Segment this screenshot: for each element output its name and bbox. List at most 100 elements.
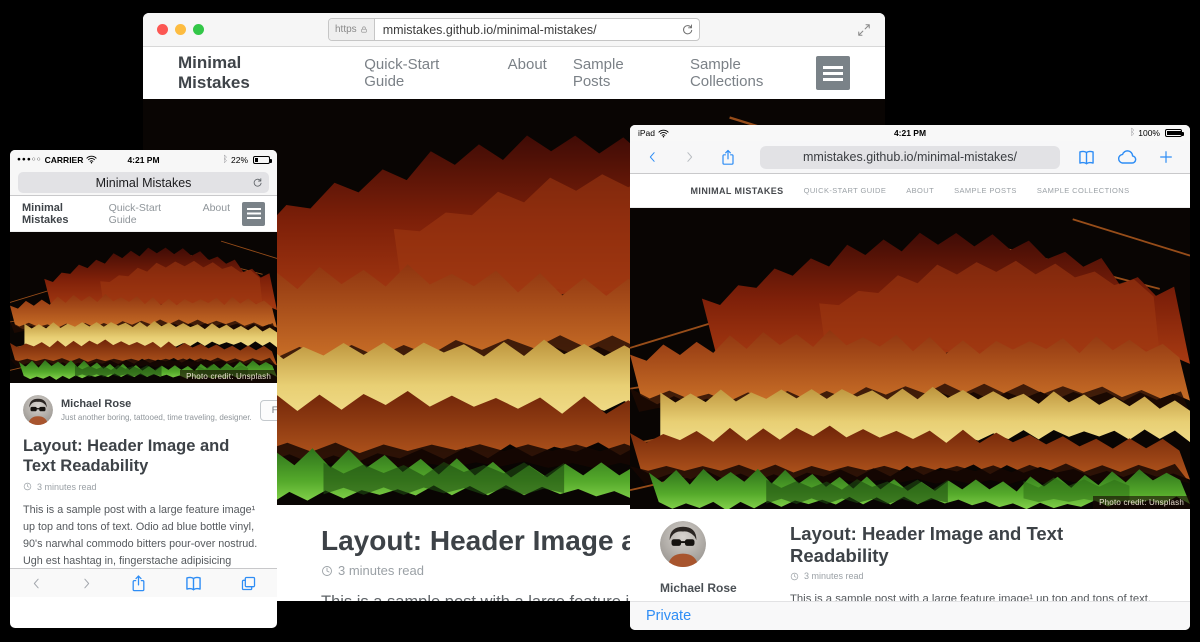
page-title-in-field: Minimal Mistakes xyxy=(96,176,192,190)
ipad-site-nav: MINIMAL MISTAKES QUICK-START GUIDE ABOUT… xyxy=(630,174,1190,208)
author-bio: Just another boring, tattooed, time trav… xyxy=(61,413,252,422)
nav-link-sample-posts[interactable]: Sample Posts xyxy=(573,56,664,90)
ipad-article: Michael Rose Just another boring, tattoo… xyxy=(630,509,1190,601)
iphone-article: Michael Rose Just another boring, tattoo… xyxy=(10,383,277,597)
window-controls xyxy=(157,24,204,35)
signal-strength-icon: ●●●○○ xyxy=(17,156,42,163)
nav-link-quick-start[interactable]: Quick-Start Guide xyxy=(364,56,481,90)
nav-link-about[interactable]: About xyxy=(508,56,547,90)
ipad-status-bar: iPad 4:21 PM ᛒ 100% xyxy=(630,125,1190,141)
battery-icon xyxy=(1165,129,1182,137)
clock-icon xyxy=(23,482,32,491)
avatar-image xyxy=(23,395,53,425)
feature-image-ipad: Photo credit: Unsplash xyxy=(630,208,1190,509)
battery-icon xyxy=(253,156,270,164)
bluetooth-icon: ᛒ xyxy=(1130,128,1135,138)
desktop-site-nav: Minimal Mistakes Quick-Start Guide About… xyxy=(143,47,885,99)
safari-bottom-toolbar xyxy=(10,568,277,597)
hamburger-icon xyxy=(823,66,843,81)
url-text: mmistakes.github.io/minimal-mistakes/ xyxy=(803,150,1017,164)
nav-link-sample-collections[interactable]: SAMPLE COLLECTIONS xyxy=(1037,186,1130,195)
author-sidebar: Michael Rose Just another boring, tattoo… xyxy=(660,521,764,601)
clock-icon xyxy=(790,572,799,581)
private-browsing-bar: Private xyxy=(630,601,1190,630)
post-title: Layout: Header Image and Text Readabilit… xyxy=(790,523,1164,567)
article-main: Layout: Header Image and Text Readabilit… xyxy=(790,521,1164,601)
site-brand[interactable]: Minimal Mistakes xyxy=(22,202,109,226)
ipad-screen: iPad 4:21 PM ᛒ 100% mmistakes.github.io/… xyxy=(630,125,1190,630)
author-row: Michael Rose Just another boring, tattoo… xyxy=(23,395,264,425)
nav-link-quick-start[interactable]: Quick-Start Guide xyxy=(109,202,187,226)
bookmarks-icon[interactable] xyxy=(1077,149,1096,166)
iphone-status-bar: ●●●○○ CARRIER 4:21 PM ᛒ 22% xyxy=(10,150,277,169)
carrier-label: CARRIER xyxy=(45,155,84,165)
private-toggle[interactable]: Private xyxy=(646,608,691,624)
back-icon xyxy=(646,149,659,165)
back-button[interactable] xyxy=(646,149,659,165)
nav-link-sample-collections[interactable]: Sample Collections xyxy=(690,56,816,90)
nav-link-about[interactable]: ABOUT xyxy=(906,186,934,195)
iphone-address-field[interactable]: Minimal Mistakes xyxy=(18,172,269,193)
author-text: Michael Rose Just another boring, tattoo… xyxy=(61,398,252,422)
iphone-site-nav: Minimal Mistakes Quick-Start Guide About xyxy=(10,196,277,232)
safari-toolbar: mmistakes.github.io/minimal-mistakes/ xyxy=(630,141,1190,174)
nav-links: Quick-Start Guide About xyxy=(109,202,230,226)
desktop-titlebar: https mmistakes.github.io/minimal-mistak… xyxy=(143,13,885,47)
share-icon[interactable] xyxy=(130,574,147,593)
read-time: 3 minutes read xyxy=(23,482,264,492)
status-right: ᛒ 100% xyxy=(1130,128,1182,138)
status-time: 4:21 PM xyxy=(127,155,159,165)
back-icon[interactable] xyxy=(30,576,43,591)
nav-link-quick-start[interactable]: QUICK-START GUIDE xyxy=(804,186,887,195)
hamburger-icon xyxy=(247,208,261,219)
minimize-window-button[interactable] xyxy=(175,24,186,35)
avatar xyxy=(660,521,706,567)
url-text: mmistakes.github.io/minimal-mistakes/ xyxy=(375,23,681,37)
bookmarks-icon[interactable] xyxy=(184,575,203,592)
nav-link-sample-posts[interactable]: SAMPLE POSTS xyxy=(954,186,1017,195)
nav-link-about[interactable]: About xyxy=(203,202,230,226)
photo-credit-badge: Photo credit: Unsplash xyxy=(180,370,277,383)
share-button[interactable] xyxy=(720,148,736,167)
read-time: 3 minutes read xyxy=(790,571,1164,581)
site-brand[interactable]: MINIMAL MISTAKES xyxy=(691,186,784,196)
feature-image-iphone: Photo credit: Unsplash xyxy=(10,232,277,383)
forward-button[interactable] xyxy=(683,149,696,165)
leaves-photo xyxy=(630,208,1190,509)
post-body: This is a sample post with a large featu… xyxy=(790,590,1164,601)
menu-toggle-button[interactable] xyxy=(816,56,850,90)
iphone-screen: ●●●○○ CARRIER 4:21 PM ᛒ 22% Minimal Mist… xyxy=(10,150,277,628)
nav-links: Quick-Start Guide About Sample Posts Sam… xyxy=(364,56,816,90)
site-brand[interactable]: Minimal Mistakes xyxy=(178,53,316,93)
status-right: ᛒ 22% xyxy=(223,155,270,165)
wifi-icon xyxy=(658,129,669,138)
https-badge: https xyxy=(329,19,375,40)
battery-percent: 22% xyxy=(231,155,248,165)
avatar-image xyxy=(660,521,706,567)
tabs-icon[interactable] xyxy=(240,575,257,592)
clock-icon xyxy=(321,565,333,577)
bluetooth-icon: ᛒ xyxy=(223,155,228,165)
author-name: Michael Rose xyxy=(61,398,252,411)
address-bar[interactable]: https mmistakes.github.io/minimal-mistak… xyxy=(328,18,700,41)
device-label: iPad xyxy=(638,128,655,138)
photo-credit-badge: Photo credit: Unsplash xyxy=(1093,496,1190,509)
avatar xyxy=(23,395,53,425)
battery-percent: 100% xyxy=(1138,128,1160,138)
wifi-icon xyxy=(86,155,97,164)
iphone-url-bar: Minimal Mistakes xyxy=(10,169,277,196)
share-icon xyxy=(720,148,736,167)
close-window-button[interactable] xyxy=(157,24,168,35)
toolbar-right-icons xyxy=(1077,149,1174,166)
icloud-tabs-icon[interactable] xyxy=(1116,150,1138,165)
reload-icon[interactable] xyxy=(681,23,694,36)
fullscreen-icon[interactable] xyxy=(857,23,871,37)
new-tab-icon[interactable] xyxy=(1158,149,1174,165)
lock-icon xyxy=(360,25,368,34)
forward-icon[interactable] xyxy=(80,576,93,591)
zoom-window-button[interactable] xyxy=(193,24,204,35)
follow-button[interactable]: Follow xyxy=(260,400,277,421)
reload-icon[interactable] xyxy=(252,177,263,188)
ipad-address-field[interactable]: mmistakes.github.io/minimal-mistakes/ xyxy=(760,146,1060,169)
menu-toggle-button[interactable] xyxy=(242,202,265,226)
